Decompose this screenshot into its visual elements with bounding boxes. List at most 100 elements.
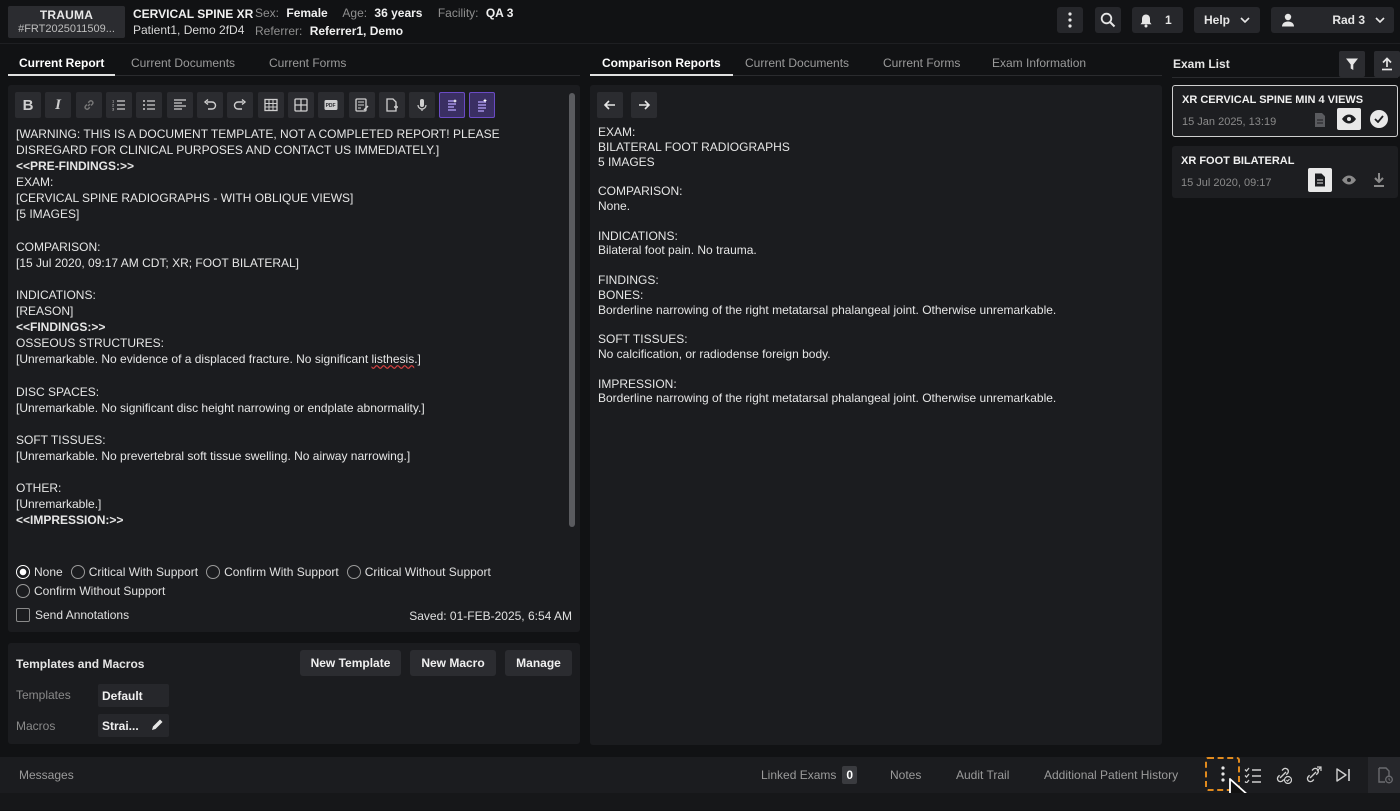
report-warning: [WARNING: THIS IS A DOCUMENT TEMPLATE, N… — [16, 127, 504, 158]
radio-label: Critical Without Support — [364, 565, 491, 579]
upload-button[interactable] — [1374, 51, 1400, 77]
align-button[interactable] — [167, 92, 193, 118]
radio-label: Critical With Support — [88, 565, 199, 579]
download-icon[interactable] — [1372, 172, 1386, 188]
tab-comparison-documents[interactable]: Current Documents — [745, 52, 849, 74]
undo-button[interactable] — [197, 92, 223, 118]
open-document-button[interactable] — [1308, 168, 1332, 192]
exam-item-title: XR FOOT BILATERAL — [1181, 155, 1295, 167]
criticality-options: None Critical With Support Confirm With Su… — [16, 563, 572, 601]
kebab-icon — [1068, 12, 1072, 28]
radio-critical-with-support[interactable]: Critical With Support — [70, 565, 199, 579]
help-dropdown[interactable]: Help — [1194, 7, 1260, 33]
align-left-icon — [174, 99, 186, 110]
exam-list-title: Exam List — [1173, 57, 1230, 71]
exam-item-date: 15 Jan 2025, 13:19 — [1182, 116, 1277, 128]
exam-list-item[interactable]: XR FOOT BILATERAL 15 Jul 2020, 09:17 — [1172, 146, 1398, 198]
help-label: Help — [1203, 13, 1230, 27]
table-icon — [264, 98, 278, 112]
osseous-text-post: .] — [414, 352, 421, 367]
svg-text:PDF: PDF — [326, 103, 336, 109]
user-label: Rad 3 — [1332, 13, 1365, 27]
new-template-button[interactable]: New Template — [300, 650, 401, 676]
macros-select[interactable]: Strai... — [98, 714, 169, 737]
tab-current-documents[interactable]: Current Documents — [131, 52, 235, 74]
tab-current-forms[interactable]: Current Forms — [269, 52, 346, 74]
numbered-list-button[interactable]: 123 — [106, 92, 132, 118]
manage-button[interactable]: Manage — [505, 650, 572, 676]
report-text-area[interactable]: [WARNING: THIS IS A DOCUMENT TEMPLATE, N… — [16, 126, 568, 550]
priority-badge[interactable]: TRAUMA #FRT2025011509... — [8, 6, 125, 38]
macros-value: Strai... — [102, 719, 139, 733]
referrer-label: Referrer: — [255, 24, 303, 38]
audit-trail-tab[interactable]: Audit Trail — [956, 768, 1009, 782]
dictation-button[interactable] — [409, 92, 435, 118]
previous-report-button[interactable] — [597, 92, 623, 118]
radio-none[interactable]: None — [16, 565, 63, 579]
upload-icon — [1382, 57, 1392, 71]
link-button[interactable] — [76, 92, 102, 118]
radio-indicator — [206, 565, 221, 579]
italic-button[interactable]: I — [45, 92, 71, 118]
search-button[interactable] — [1095, 7, 1121, 33]
pdf-button[interactable]: PDF — [318, 92, 344, 118]
pencil-icon[interactable] — [150, 718, 164, 732]
document-icon[interactable] — [1313, 112, 1327, 128]
user-menu[interactable]: Rad 3 — [1271, 7, 1394, 33]
additional-history-tab[interactable]: Additional Patient History — [1044, 768, 1178, 782]
ai-assist-button[interactable] — [439, 92, 465, 118]
notifications-button[interactable]: 1 — [1132, 7, 1183, 33]
comparison-tabs: Comparison Reports Current Documents Cur… — [590, 52, 1162, 76]
linked-exams-tab[interactable]: Linked Exams 0 — [761, 766, 858, 784]
link-icon — [84, 100, 94, 110]
report-rest-block: DISC SPACES: [Unremarkable. No significa… — [16, 384, 425, 512]
linked-exams-count: 0 — [842, 766, 858, 784]
report-status-button[interactable] — [1368, 757, 1400, 793]
radio-label: None — [34, 565, 63, 579]
eye-icon[interactable] — [1341, 175, 1357, 185]
tab-comparison-reports[interactable]: Comparison Reports — [590, 52, 733, 76]
exam-list-item[interactable]: XR CERVICAL SPINE MIN 4 VIEWS 15 Jan 202… — [1172, 85, 1398, 137]
bold-button[interactable]: B — [15, 92, 41, 118]
messages-tab[interactable]: Messages — [19, 768, 74, 782]
user-icon — [1282, 13, 1294, 27]
facility-value: QA 3 — [485, 6, 514, 20]
microphone-icon — [417, 99, 427, 111]
new-macro-button[interactable]: New Macro — [410, 650, 496, 676]
osseous-text-pre: [Unremarkable. No evidence of a displace… — [16, 352, 372, 367]
tab-exam-information[interactable]: Exam Information — [992, 52, 1086, 74]
more-options-button[interactable] — [1057, 7, 1083, 33]
radio-critical-without-support[interactable]: Critical Without Support — [346, 565, 491, 579]
redo-button[interactable] — [227, 92, 253, 118]
templates-select[interactable]: Default — [98, 684, 169, 707]
next-report-button[interactable] — [631, 92, 657, 118]
exam-title: CERVICAL SPINE XR — [133, 7, 254, 21]
tab-current-report[interactable]: Current Report — [8, 52, 116, 76]
referrer: Referrer: Referrer1, Demo — [255, 23, 403, 39]
tab-comparison-forms[interactable]: Current Forms — [883, 52, 960, 74]
insert-table-button[interactable] — [258, 92, 284, 118]
skip-next-icon[interactable] — [1335, 767, 1351, 783]
notes-tab[interactable]: Notes — [890, 768, 921, 782]
editor-scrollbar[interactable] — [569, 93, 575, 527]
top-bar: TRAUMA #FRT2025011509... CERVICAL SPINE … — [0, 0, 1400, 44]
document-add-button[interactable] — [379, 92, 405, 118]
link-external-icon[interactable] — [1304, 766, 1322, 784]
referrer-value: Referrer1, Demo — [309, 24, 404, 38]
bullet-list-button[interactable] — [136, 92, 162, 118]
badge-accession: #FRT2025011509... — [18, 23, 115, 35]
svg-text:3: 3 — [112, 107, 115, 112]
ai-summary-button[interactable] — [469, 92, 495, 118]
checklist-icon[interactable] — [1244, 767, 1262, 783]
osseous-label: OSSEOUS STRUCTURES: — [16, 336, 165, 351]
filter-button[interactable] — [1339, 51, 1365, 77]
view-exam-button[interactable] — [1337, 108, 1361, 130]
send-annotations-checkbox[interactable]: Send Annotations — [16, 608, 129, 622]
age-value: 36 years — [374, 6, 423, 20]
table-grid-button[interactable] — [288, 92, 314, 118]
link-check-icon[interactable] — [1274, 766, 1292, 784]
radio-confirm-without-support[interactable]: Confirm Without Support — [16, 584, 165, 598]
radio-indicator — [16, 584, 30, 598]
radio-confirm-with-support[interactable]: Confirm With Support — [206, 565, 339, 579]
document-edit-button[interactable] — [349, 92, 375, 118]
